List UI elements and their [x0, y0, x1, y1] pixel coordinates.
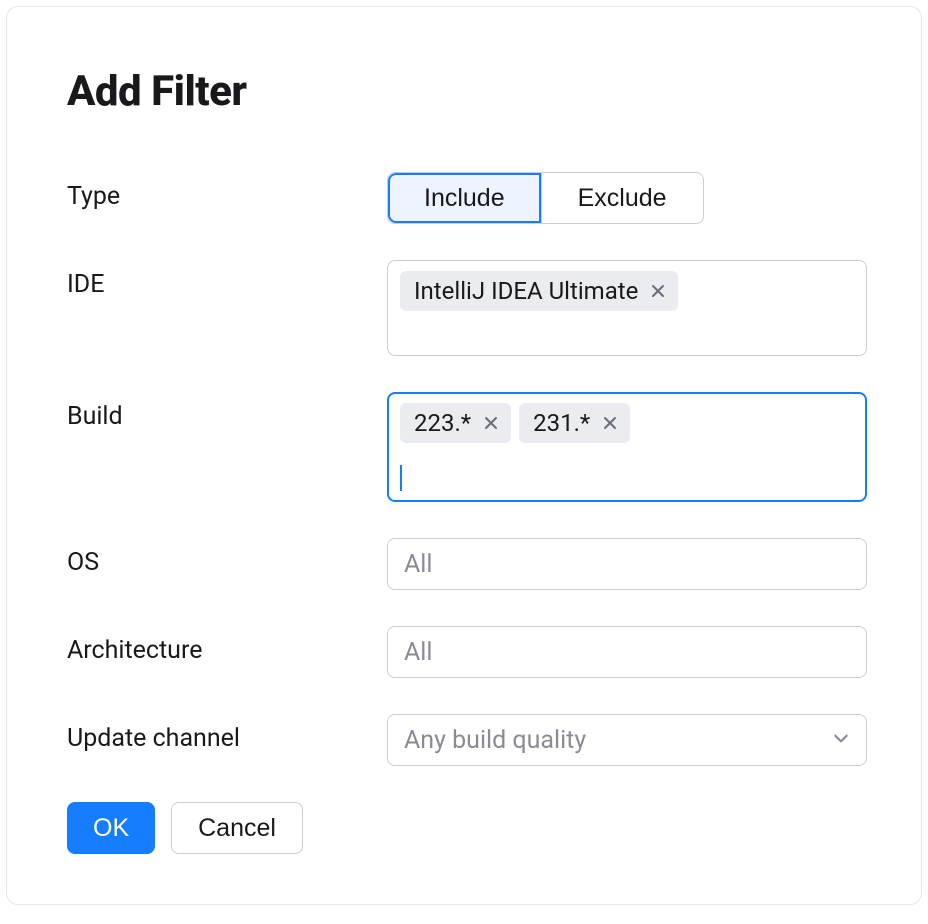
- dialog-title: Add Filter: [67, 67, 861, 116]
- architecture-select[interactable]: All: [387, 626, 867, 678]
- build-tag-input[interactable]: 223.* 231.*: [387, 392, 867, 502]
- ok-button[interactable]: OK: [67, 802, 155, 854]
- build-label: Build: [67, 392, 387, 431]
- type-row: Type Include Exclude: [67, 172, 861, 224]
- os-row: OS All: [67, 538, 861, 590]
- ide-tag-input[interactable]: IntelliJ IDEA Ultimate: [387, 260, 867, 356]
- os-placeholder: All: [404, 550, 432, 579]
- dialog-buttons: OK Cancel: [67, 802, 861, 854]
- os-select[interactable]: All: [387, 538, 867, 590]
- build-tag: 223.*: [400, 403, 511, 443]
- ide-tag-label: IntelliJ IDEA Ultimate: [414, 277, 638, 305]
- type-segmented-control: Include Exclude: [387, 172, 704, 224]
- ide-label: IDE: [67, 260, 387, 299]
- build-row: Build 223.* 231.*: [67, 392, 861, 502]
- update-channel-label: Update channel: [67, 714, 387, 753]
- build-tag-label: 231.*: [533, 409, 590, 437]
- type-label: Type: [67, 172, 387, 211]
- architecture-placeholder: All: [404, 638, 432, 667]
- text-cursor: [400, 465, 402, 491]
- architecture-label: Architecture: [67, 626, 387, 665]
- close-icon[interactable]: [600, 413, 620, 433]
- os-label: OS: [67, 538, 387, 577]
- build-tag: 231.*: [519, 403, 630, 443]
- update-channel-select[interactable]: Any build quality: [387, 714, 867, 766]
- close-icon[interactable]: [481, 413, 501, 433]
- type-exclude-button[interactable]: Exclude: [541, 173, 703, 223]
- add-filter-dialog: Add Filter Type Include Exclude IDE Inte…: [6, 6, 922, 905]
- update-channel-row: Update channel Any build quality: [67, 714, 861, 766]
- close-icon[interactable]: [648, 281, 668, 301]
- chevron-down-icon: [832, 729, 850, 751]
- ide-row: IDE IntelliJ IDEA Ultimate: [67, 260, 861, 356]
- cancel-button[interactable]: Cancel: [171, 802, 303, 854]
- type-include-button[interactable]: Include: [388, 173, 541, 223]
- ide-tag: IntelliJ IDEA Ultimate: [400, 271, 678, 311]
- build-tag-label: 223.*: [414, 409, 471, 437]
- update-channel-placeholder: Any build quality: [404, 726, 586, 755]
- architecture-row: Architecture All: [67, 626, 861, 678]
